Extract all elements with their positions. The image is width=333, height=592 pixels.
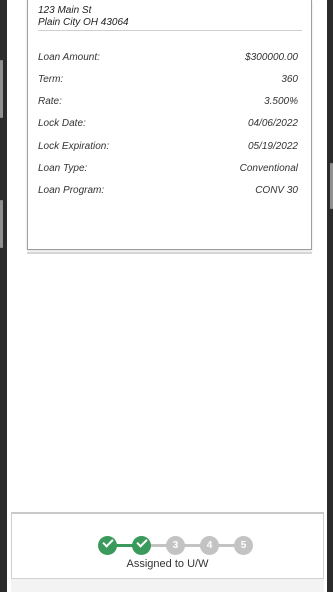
step-2-complete: [132, 536, 151, 555]
loan-amount-row: Loan Amount: $300000.00: [38, 52, 298, 66]
address-line-2: Plain City OH 43064: [38, 17, 129, 28]
lock-expiration-value: 05/19/2022: [247, 141, 298, 152]
step-3: 3: [166, 536, 185, 555]
lock-date-value: 04/06/2022: [247, 118, 298, 129]
term-value: 360: [281, 74, 298, 85]
loan-program-value: CONV 30: [255, 185, 298, 196]
loan-amount-label: Loan Amount:: [38, 52, 100, 63]
loan-type-row: Loan Type: Conventional: [38, 163, 298, 177]
loan-program-label: Loan Program:: [38, 185, 105, 196]
property-address: 123 Main St Plain City OH 43064: [38, 5, 302, 31]
lock-expiration-label: Lock Expiration:: [38, 141, 110, 152]
rate-value: 3.500%: [264, 96, 298, 107]
lock-expiration-row: Lock Expiration: 05/19/2022: [38, 141, 298, 155]
card-divider: [27, 252, 312, 254]
app-screen: 123 Main St Plain City OH 43064 Loan Amo…: [7, 0, 327, 592]
loan-type-value: Conventional: [239, 163, 298, 174]
side-button-lower: [0, 200, 3, 248]
term-row: Term: 360: [38, 74, 298, 88]
phone-frame: 123 Main St Plain City OH 43064 Loan Amo…: [0, 0, 333, 592]
loan-type-label: Loan Type:: [38, 163, 88, 174]
lock-date-row: Lock Date: 04/06/2022: [38, 118, 298, 132]
step-5: 5: [234, 536, 253, 555]
loan-details-card: 123 Main St Plain City OH 43064 Loan Amo…: [27, 0, 312, 250]
progress-status-label: Assigned to U/W: [126, 558, 209, 570]
volume-button: [0, 60, 3, 118]
loan-program-row: Loan Program: CONV 30: [38, 185, 298, 199]
rate-label: Rate:: [38, 96, 62, 107]
term-label: Term:: [38, 74, 64, 85]
checkmark-icon: [135, 536, 148, 548]
rate-row: Rate: 3.500%: [38, 96, 298, 110]
lock-date-label: Lock Date:: [38, 118, 86, 129]
step-4: 4: [200, 536, 219, 555]
bottom-bar: [11, 578, 324, 592]
address-line-1: 123 Main St: [38, 5, 92, 16]
checkmark-icon: [101, 536, 114, 548]
loan-amount-value: $300000.00: [245, 52, 298, 63]
step-1-complete: [98, 536, 117, 555]
progress-line-todo: [142, 544, 246, 547]
